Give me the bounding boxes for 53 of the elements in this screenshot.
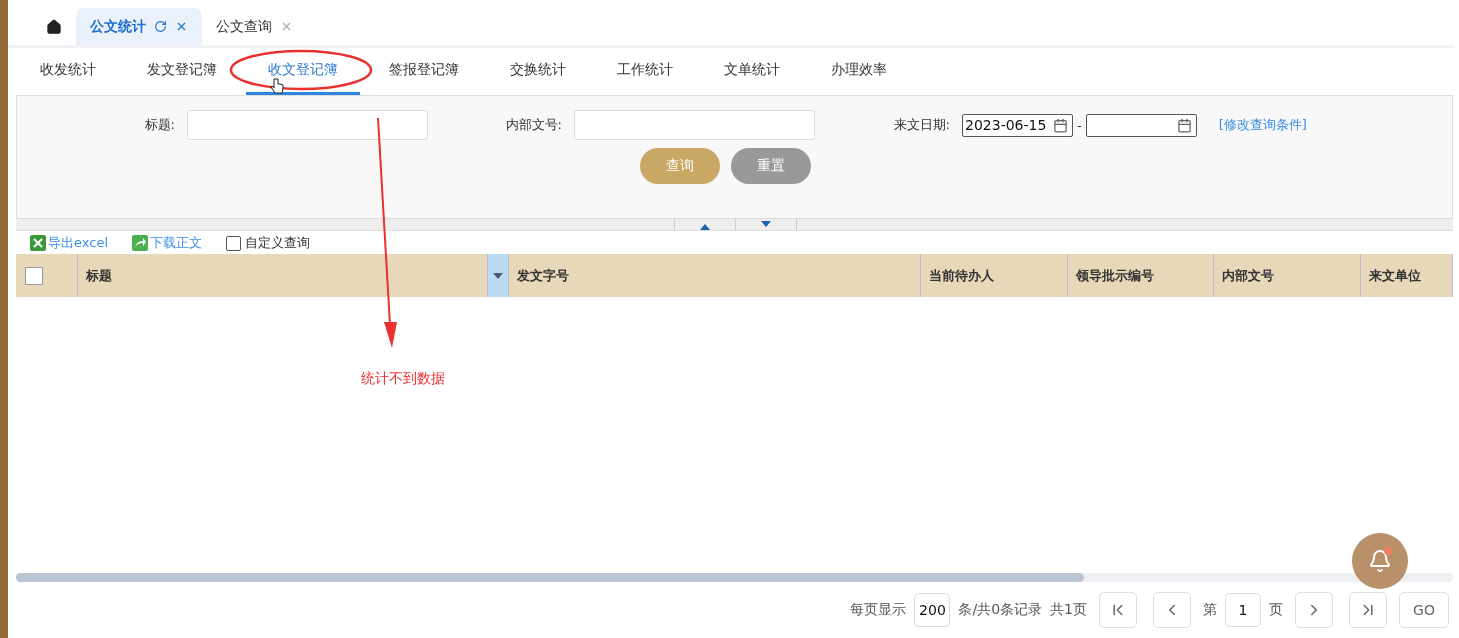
text-input-field[interactable]: [187, 110, 428, 140]
column-header[interactable]: 来文单位: [1361, 254, 1453, 297]
export-excel-link[interactable]: 导出excel: [30, 234, 108, 252]
refresh-icon[interactable]: [154, 20, 167, 33]
horizontal-scrollbar[interactable]: [16, 573, 1453, 582]
sub-tab[interactable]: 交换统计: [488, 48, 588, 95]
date-field[interactable]: 2023-06-15: [962, 113, 1073, 137]
sub-tab[interactable]: 办理效率: [809, 48, 909, 95]
field-label: 来文日期:: [892, 116, 951, 134]
sub-tab[interactable]: 文单统计: [702, 48, 802, 95]
sub-tab[interactable]: 收发统计: [18, 48, 118, 95]
page-size-field[interactable]: 200: [914, 593, 951, 627]
close-icon[interactable]: [280, 20, 293, 33]
sub-tab[interactable]: 签报登记簿: [367, 48, 481, 95]
last-page-button[interactable]: [1349, 592, 1387, 628]
page-tab[interactable]: 公文查询: [202, 8, 307, 45]
close-icon[interactable]: [175, 20, 188, 33]
select-all-checkbox[interactable]: [25, 266, 43, 285]
date-separator: -: [1076, 117, 1083, 133]
first-page-button[interactable]: [1099, 592, 1137, 628]
page-count: 共1页: [1050, 601, 1087, 619]
calendar-icon[interactable]: [1053, 117, 1068, 133]
date-field[interactable]: [1085, 113, 1197, 137]
column-menu-button[interactable]: [488, 254, 509, 297]
sub-tab[interactable]: 发文登记簿: [125, 48, 239, 95]
notification-button[interactable]: [1352, 533, 1408, 589]
field-label: 内部文号:: [504, 116, 563, 134]
text-input-field[interactable]: [574, 110, 815, 140]
caret-icon[interactable]: [493, 272, 503, 279]
field-label: 标题:: [143, 116, 176, 134]
expand-icon[interactable]: [761, 221, 771, 227]
column-header[interactable]: 领导批示编号: [1068, 254, 1214, 297]
download-icon: [132, 235, 148, 251]
page-tab[interactable]: 公文统计: [76, 8, 202, 45]
spreadsheet-icon: [30, 235, 46, 251]
download-link[interactable]: 下载正文: [132, 234, 202, 252]
page-number-field[interactable]: 1: [1225, 593, 1261, 627]
home-icon[interactable]: [46, 19, 62, 35]
sub-tab[interactable]: 工作统计: [595, 48, 695, 95]
column-header[interactable]: 当前待办人: [921, 254, 1068, 297]
annotation-text: 统计不到数据: [361, 370, 445, 388]
collapse-icon[interactable]: [700, 224, 710, 230]
column-header[interactable]: 发文字号: [509, 254, 921, 297]
bell-icon[interactable]: [1368, 549, 1392, 573]
record-count: 条/共0条记录: [958, 601, 1043, 619]
custom-query-checkbox[interactable]: 自定义查询: [226, 234, 310, 252]
calendar-icon[interactable]: [1176, 117, 1192, 133]
page-suffix: 页: [1269, 601, 1283, 619]
page-prefix: 第: [1203, 601, 1217, 619]
column-header[interactable]: 内部文号: [1214, 254, 1361, 297]
page-size-label: 每页显示: [850, 601, 907, 619]
go-button[interactable]: GO: [1399, 592, 1449, 628]
notification-dot-icon: [1384, 547, 1392, 555]
